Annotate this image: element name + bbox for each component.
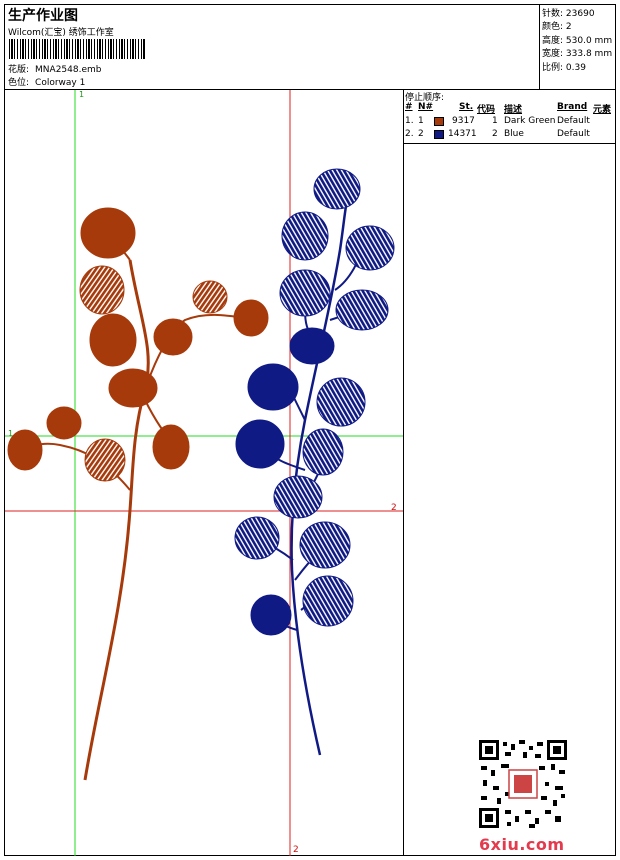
leaf	[46, 406, 82, 440]
leaf	[279, 269, 331, 317]
embroidery-preview	[5, 90, 403, 856]
header: 生产作业图 Wilcom(汇宝) 绣饰工作室 花版: MNA2548.emb 色位…	[5, 5, 615, 90]
production-worksheet: 生产作业图 Wilcom(汇宝) 绣饰工作室 花版: MNA2548.emb 色位…	[4, 4, 616, 856]
colorway-info: 色位: Colorway 1	[8, 75, 85, 88]
leaf	[345, 225, 395, 271]
design-label: 花版:	[8, 65, 30, 75]
leaf	[313, 168, 361, 210]
leaf	[153, 318, 193, 356]
leaf	[247, 363, 299, 411]
leaf	[299, 521, 351, 569]
leaf	[273, 475, 323, 519]
leaf	[316, 377, 366, 427]
leaf	[80, 207, 136, 259]
leaf	[234, 516, 280, 560]
col-n: N#	[418, 102, 434, 112]
software-subtitle: Wilcom(汇宝) 绣饰工作室	[8, 28, 114, 38]
divider	[404, 143, 615, 144]
leaf	[289, 327, 335, 365]
leaf	[152, 424, 190, 470]
marker-red-horizontal: 2	[391, 503, 397, 513]
stat-colors: 颜色: 2	[542, 22, 572, 32]
leaf	[302, 575, 354, 627]
leaf	[335, 289, 389, 331]
leaf	[281, 211, 329, 261]
col-element: 元素	[593, 105, 612, 115]
leaf	[302, 428, 344, 476]
qr-code	[479, 740, 567, 828]
stat-scale: 比例: 0.39	[542, 63, 586, 73]
branch-blue	[234, 168, 395, 756]
col-code: 代码	[477, 105, 496, 115]
marker-green-horizontal: 1	[8, 429, 14, 438]
col-st: St.	[459, 102, 474, 112]
colorway-value: Colorway 1	[35, 78, 86, 88]
barcode	[9, 39, 145, 59]
header-left: 生产作业图 Wilcom(汇宝) 绣饰工作室 花版: MNA2548.emb 色位…	[5, 5, 540, 89]
leaf	[108, 368, 158, 408]
page-title: 生产作业图	[8, 8, 78, 24]
leaf	[235, 419, 285, 469]
design-stats: 针数: 23690 颜色: 2 高度: 530.0 mm 宽度: 333.8 m…	[540, 5, 615, 89]
leaf	[84, 438, 126, 482]
col-desc: 描述	[504, 105, 523, 115]
colorway-label: 色位:	[8, 78, 30, 88]
leaf	[233, 299, 269, 337]
leaf	[250, 594, 292, 636]
color-swatch	[434, 130, 444, 139]
leaf	[79, 265, 125, 315]
leaf	[89, 313, 137, 367]
watermark-site: 6xiu.com	[479, 835, 565, 854]
col-brand: Brand	[557, 102, 588, 112]
col-num: #	[405, 102, 413, 112]
stat-stitches: 针数: 23690	[542, 9, 595, 19]
leaf	[7, 429, 43, 471]
stat-height: 高度: 530.0 mm	[542, 36, 613, 46]
design-value: MNA2548.emb	[35, 65, 102, 75]
marker-red-vertical: 2	[293, 845, 299, 855]
stat-width: 宽度: 333.8 mm	[542, 49, 613, 59]
color-swatch	[434, 117, 444, 126]
design-info: 花版: MNA2548.emb	[8, 62, 101, 75]
design-canvas[interactable]: 1 1 2 2	[5, 90, 404, 856]
leaf	[192, 280, 228, 314]
branch-brown	[7, 207, 269, 781]
marker-green-vertical: 1	[79, 90, 85, 99]
